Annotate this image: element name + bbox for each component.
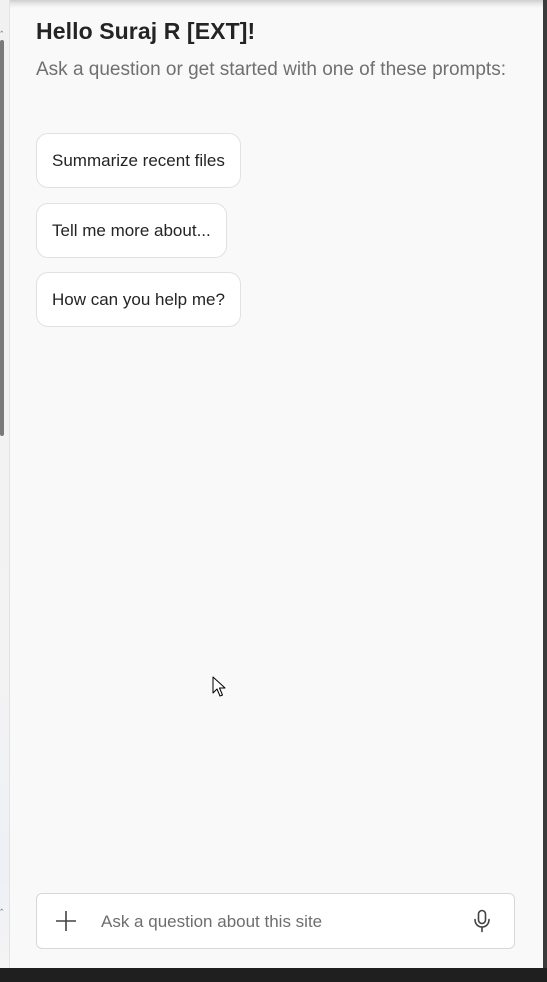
plus-icon[interactable]: [53, 908, 79, 934]
scroll-up-arrow-icon[interactable]: ‸: [0, 22, 8, 34]
window-right-edge: [543, 0, 547, 968]
prompt-suggestion-summarize[interactable]: Summarize recent files: [36, 133, 241, 188]
chat-question-input[interactable]: [99, 904, 463, 940]
greeting-title: Hello Suraj R [EXT]!: [36, 18, 256, 44]
background-scrollbar-thumb[interactable]: [0, 40, 4, 436]
chat-composer: [36, 893, 515, 949]
prompt-suggestion-tell-me-more[interactable]: Tell me more about...: [36, 203, 227, 258]
microphone-icon[interactable]: [472, 909, 492, 933]
chat-panel: Hello Suraj R [EXT]! Ask a question or g…: [10, 0, 543, 968]
greeting-subtitle: Ask a question or get started with one o…: [36, 59, 506, 80]
mouse-cursor-icon: [212, 676, 226, 698]
prompt-suggestion-how-can-you-help[interactable]: How can you help me?: [36, 272, 241, 327]
panel-top-shadow: [10, 0, 543, 8]
taskbar-edge: [0, 968, 547, 982]
scroll-down-arrow-icon[interactable]: ‸: [0, 900, 8, 912]
